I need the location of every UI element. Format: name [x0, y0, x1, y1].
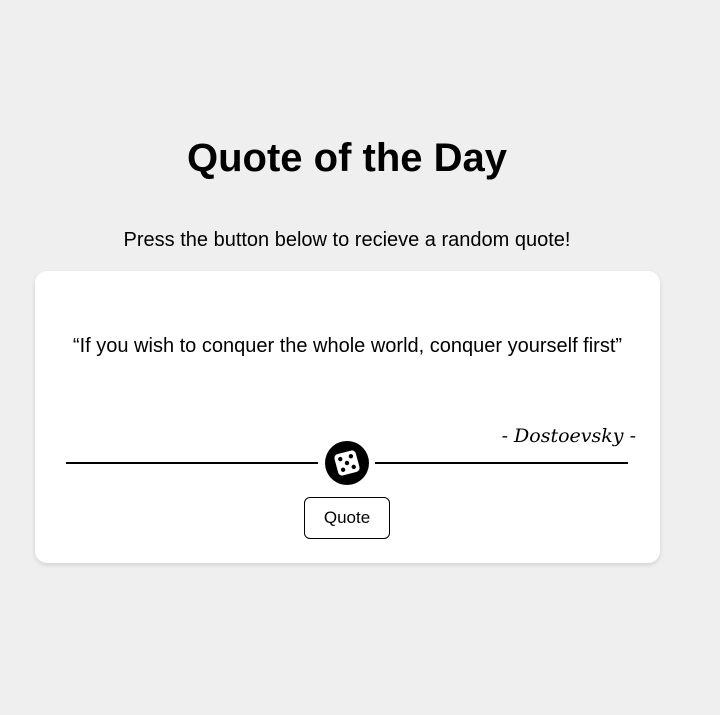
divider-left	[66, 462, 318, 464]
quote-card: “If you wish to conquer the whole world,…	[35, 271, 660, 563]
quote-text: “If you wish to conquer the whole world,…	[72, 335, 623, 357]
page-subtitle: Press the button below to recieve a rand…	[123, 229, 571, 251]
page-title: Quote of the Day	[186, 136, 508, 180]
quote-author: - Dostoevsky -	[501, 425, 636, 447]
page: Quote of the Day Press the button below …	[0, 0, 720, 715]
dice-button[interactable]	[325, 441, 369, 485]
dice-icon	[334, 450, 360, 476]
divider-right	[375, 462, 628, 464]
quote-button[interactable]: Quote	[304, 497, 390, 539]
